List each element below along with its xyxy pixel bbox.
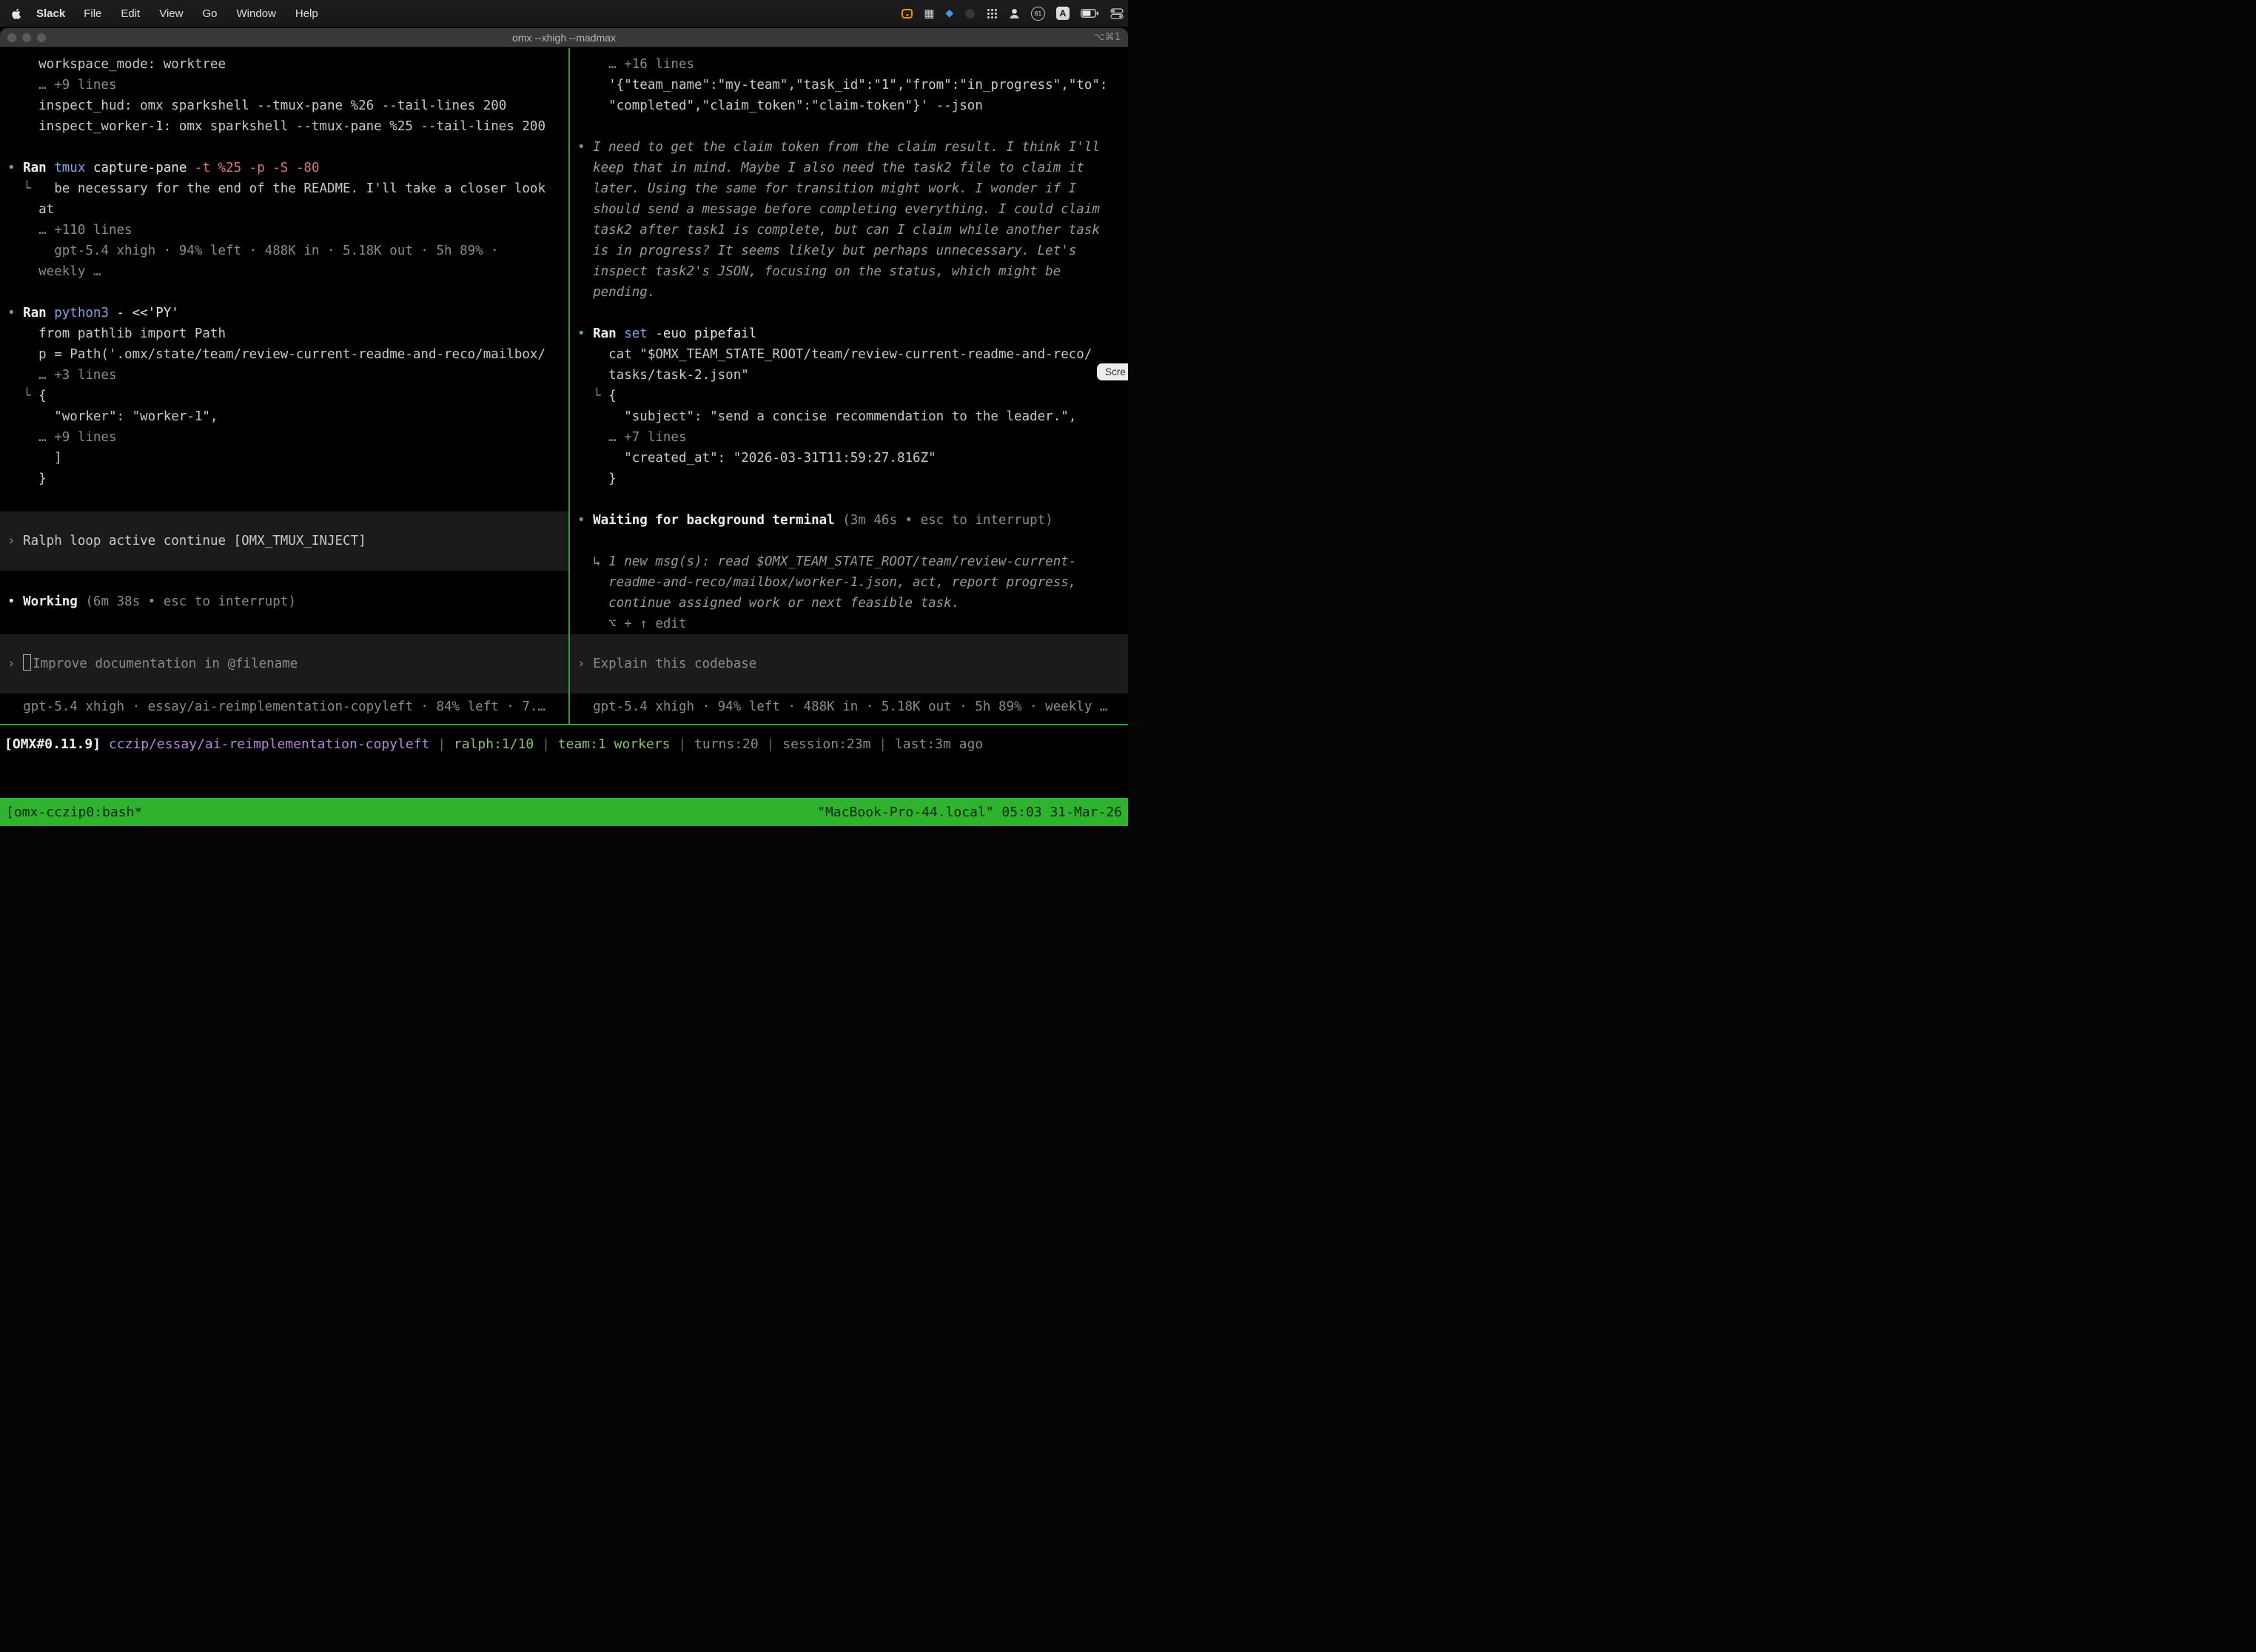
terminal-line: • Ran set -euo pipefail [570,323,1128,344]
terminal-line: … +16 lines [570,54,1128,75]
terminal-window: omx --xhigh --madmax ⌥⌘1 workspace_mode:… [0,28,1128,826]
terminal-line: should send a message before completing … [570,199,1128,220]
battery-icon[interactable] [1081,9,1099,18]
grid-icon[interactable]: ▦ [924,7,934,20]
spacer [0,612,568,634]
terminal-line: ⌥ + ↑ edit [570,614,1128,634]
terminal-line: tasks/task-2.json" [570,365,1128,386]
terminal-line: gpt-5.4 xhigh · 94% left · 488K in · 5.1… [570,696,1128,717]
terminal-line: } [0,469,568,489]
terminal-line: • Waiting for background terminal (3m 46… [570,510,1128,531]
terminal-line: • Ran tmux capture-pane -t %25 -p -S -80 [0,158,568,178]
terminal-line: from pathlib import Path [0,323,568,344]
window-title: omx --xhigh --madmax [0,32,1128,44]
terminal-line: └ be necessary for the end of the README… [0,178,568,199]
terminal-line: later. Using the same for transition mig… [570,178,1128,199]
dark-app-icon[interactable]: ● [964,6,976,21]
block-cursor [23,654,31,671]
menu-edit[interactable]: Edit [111,7,150,20]
terminal-line: cat "$OMX_TEAM_STATE_ROOT/team/review-cu… [570,344,1128,365]
menu-bar-left: Slack FileEditViewGoWindowHelp [0,7,328,20]
apple-icon[interactable] [10,7,23,20]
terminal-line: weekly … [0,261,568,282]
window-shortcut-hint: ⌥⌘1 [1094,32,1121,43]
terminal-line: "worker": "worker-1", [0,406,568,427]
terminal-line: "created_at": "2026-03-31T11:59:27.816Z" [570,448,1128,469]
terminal-line [570,303,1128,323]
menu-items: FileEditViewGoWindowHelp [74,7,328,20]
terminal-line: at [0,199,568,220]
terminal-line: gpt-5.4 xhigh · 94% left · 488K in · 5.1… [0,241,568,261]
menu-help[interactable]: Help [286,7,328,20]
terminal-line: workspace_mode: worktree [0,54,568,75]
tmux-status-bar: [omx-cczip0:bash* "MacBook-Pro-44.local"… [0,798,1128,826]
macos-menu-bar: Slack FileEditViewGoWindowHelp ▦ ◆ ● 61 … [0,0,1128,27]
right-terminal-pane[interactable]: … +16 lines '{"team_name":"my-team","tas… [570,48,1128,724]
terminal-line: p = Path('.omx/state/team/review-current… [0,344,568,365]
terminal-line: … +7 lines [570,427,1128,448]
active-app-name[interactable]: Slack [27,7,74,20]
screenshot-preview-overlay[interactable]: Scre [1097,363,1128,380]
screen: Slack FileEditViewGoWindowHelp ▦ ◆ ● 61 … [0,0,1128,826]
terminal-line: readme-and-reco/mailbox/worker-1.json, a… [570,572,1128,593]
terminal-line [0,282,568,303]
terminal-line: pending. [570,282,1128,303]
profile-icon[interactable] [1009,8,1020,19]
menu-window[interactable]: Window [227,7,286,20]
terminal-line: continue assigned work or next feasible … [570,593,1128,614]
terminal-line: "completed","claim_token":"claim-token"}… [570,95,1128,116]
terminal-line: "subject": "send a concise recommendatio… [570,406,1128,427]
left-terminal-pane[interactable]: workspace_mode: worktree … +9 lines insp… [0,48,568,724]
terminal-line: • Working (6m 38s • esc to interrupt) [0,591,568,612]
terminal-line: └ { [570,386,1128,406]
terminal-line [570,116,1128,137]
gauge-icon[interactable]: 61 [1031,7,1045,21]
terminal-line: … +3 lines [0,365,568,386]
terminal-line: task2 after task1 is complete, but can I… [570,220,1128,241]
terminal-line: … +9 lines [0,75,568,95]
terminal-line: inspect task2's JSON, focusing on the st… [570,261,1128,282]
terminal-line: gpt-5.4 xhigh · essay/ai-reimplementatio… [0,696,568,717]
terminal-line: └ { [0,386,568,406]
gauge-value: 61 [1035,10,1041,17]
spacer [0,571,568,591]
terminal-line [570,531,1128,551]
tmux-host-clock: "MacBook-Pro-44.local" 05:03 31-Mar-26 [817,805,1122,820]
terminal-line: is in progress? It seems likely but perh… [570,241,1128,261]
prompt-suggestion[interactable]: › Ralph loop active continue [OMX_TMUX_I… [0,511,568,571]
terminal-line [0,137,568,158]
terminal-line: inspect_hud: omx sparkshell --tmux-pane … [0,95,568,116]
menu-bar-status-area: ▦ ◆ ● 61 A [902,0,1124,27]
terminal-content: workspace_mode: worktree … +9 lines insp… [0,48,1128,826]
terminal-line: '{"team_name":"my-team","task_id":"1","f… [570,75,1128,95]
prompt-suggestion[interactable]: › Improve documentation in @filename [0,634,568,694]
menu-go[interactable]: Go [192,7,226,20]
terminal-line: • I need to get the claim token from the… [570,137,1128,158]
terminal-line [570,489,1128,510]
menu-file[interactable]: File [74,7,111,20]
menu-view[interactable]: View [150,7,192,20]
terminal-line: inspect_worker-1: omx sparkshell --tmux-… [0,116,568,137]
terminal-line: ↳ 1 new msg(s): read $OMX_TEAM_STATE_ROO… [570,551,1128,572]
control-center-icon[interactable] [1110,8,1124,19]
spacer [0,489,568,511]
terminal-line: ] [0,448,568,469]
omx-status-line: [OMX#0.11.9] cczip/essay/ai-reimplementa… [0,725,1128,752]
terminal-line: … +110 lines [0,220,568,241]
window-title-bar[interactable]: omx --xhigh --madmax ⌥⌘1 [0,28,1128,47]
prompt-suggestion[interactable]: › Explain this codebase [570,634,1128,694]
diamond-icon[interactable]: ◆ [945,7,953,19]
input-source-icon[interactable]: A [1056,7,1070,20]
terminal-line: } [570,469,1128,489]
terminal-line: • Ran python3 - <<'PY' [0,303,568,323]
tmux-session-label: [omx-cczip0:bash* [6,805,142,820]
terminal-line: keep that in mind. Maybe I also need the… [570,158,1128,178]
app-grid-icon[interactable] [987,8,998,19]
tmux-panes: workspace_mode: worktree … +9 lines insp… [0,48,1128,724]
terminal-line: … +9 lines [0,427,568,448]
screen-recording-icon[interactable] [902,9,913,19]
